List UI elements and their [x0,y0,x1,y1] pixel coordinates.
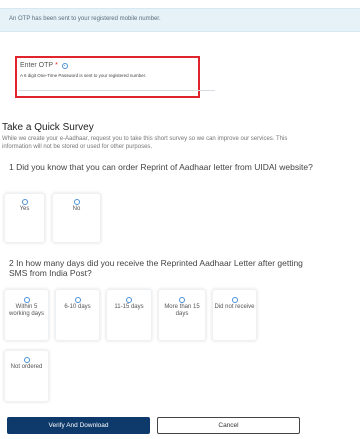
info-icon[interactable] [61,62,68,69]
option-label: No [72,206,81,212]
option-label: More than 15 days [164,304,200,317]
radio-icon[interactable] [231,297,238,303]
cancel-button[interactable]: Cancel [157,417,300,434]
radio-icon[interactable] [23,357,30,363]
otp-input-underline [18,90,215,91]
question-1: 1 Did you know that you can order Reprin… [9,162,313,172]
option-label: Within 5 working days [8,304,44,317]
required-marker: * [55,62,58,69]
option-no[interactable]: No [52,193,101,243]
option-more-than-15-days[interactable]: More than 15 days [158,289,206,341]
option-6-10-days[interactable]: 6-10 days [55,289,100,341]
option-did-not-receive[interactable]: Did not receive [212,289,257,341]
option-yes[interactable]: Yes [4,193,45,243]
option-not-ordered[interactable]: Not ordered [4,350,49,402]
otp-hint: A 6 digit One-Time Password is sent to y… [20,73,147,78]
option-label: Yes [19,206,30,212]
otp-sent-banner: An OTP has been sent to your registered … [0,8,360,32]
radio-icon[interactable] [179,297,185,303]
survey-title: Take a Quick Survey [2,122,94,133]
option-within-5-days[interactable]: Within 5 working days [4,289,49,341]
otp-label-row: Enter OTP * [20,62,68,69]
banner-text: An OTP has been sent to your registered … [9,16,161,22]
option-label: Not ordered [10,364,43,370]
option-11-15-days[interactable]: 11-15 days [106,289,152,341]
radio-icon[interactable] [74,297,81,303]
radio-icon[interactable] [21,199,28,205]
radio-icon[interactable] [126,297,132,303]
option-label: 6-10 days [64,304,91,310]
question-2: 2 In how many days did you receive the R… [9,258,303,278]
radio-icon[interactable] [73,199,80,205]
radio-icon[interactable] [23,297,30,303]
otp-field[interactable]: Enter OTP * A 6 digit One-Time Password … [15,56,200,98]
otp-label: Enter OTP [20,62,54,69]
option-label: Did not receive [214,304,255,310]
verify-and-download-button[interactable]: Verify And Download [7,417,150,434]
survey-description: While we create your e-Aadhaar, request … [2,136,288,150]
option-label: 11-15 days [114,304,144,310]
